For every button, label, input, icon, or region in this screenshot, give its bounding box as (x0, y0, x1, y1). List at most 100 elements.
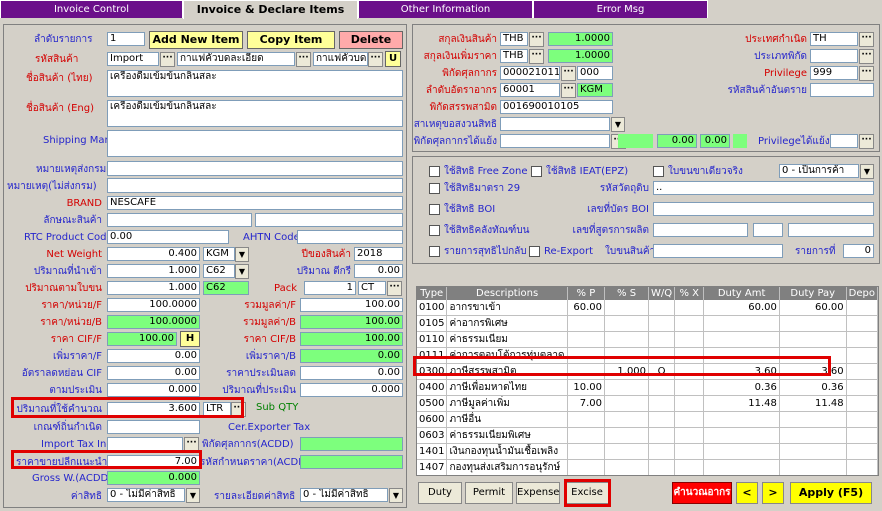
table-cell-amt[interactable] (703, 443, 780, 460)
tab-other-information[interactable]: Other Information (358, 0, 533, 18)
next-button[interactable]: > (762, 482, 784, 504)
table-cell-x[interactable] (674, 411, 705, 428)
duty-table-header[interactable]: Duty Pay (779, 287, 847, 300)
apply-button[interactable]: Apply (F5) (790, 482, 872, 504)
add-new-item-button[interactable]: Add New Item (149, 31, 243, 49)
table-cell-amt[interactable] (703, 411, 780, 428)
table-cell-s[interactable] (604, 300, 650, 316)
privilege-arg-lookup-icon[interactable]: ··· (859, 134, 874, 149)
tab-error-msg[interactable]: Error Msg (533, 0, 708, 18)
duty-table-header[interactable]: Descriptions (446, 287, 568, 300)
table-cell-desc[interactable]: ค่าธรรมเนียม (446, 331, 568, 348)
table-cell-type[interactable]: 0300 (417, 363, 448, 380)
net-weight-unit-dropdown-icon[interactable]: ▼ (235, 247, 249, 262)
item-field[interactable]: 0 (843, 244, 874, 258)
table-cell-p[interactable]: 60.00 (567, 300, 606, 316)
tariff-desc-field[interactable]: กาแฟคั่วบดละเอียด (177, 52, 295, 66)
table-cell-s[interactable] (604, 331, 650, 348)
table-cell-type[interactable]: 1407 (417, 459, 448, 475)
table-cell-x[interactable] (674, 427, 705, 444)
table-cell-x[interactable] (674, 331, 705, 348)
formula-field-3[interactable] (788, 223, 874, 237)
table-cell-wq[interactable] (648, 300, 676, 316)
reduce-price-field[interactable]: 0.00 (300, 366, 403, 380)
duty-table-header[interactable]: Duty Amt (703, 287, 780, 300)
table-cell-amt[interactable] (703, 459, 780, 475)
import-tax-field[interactable] (107, 437, 183, 451)
sec29-checkbox[interactable] (429, 183, 440, 194)
table-cell-amt[interactable] (703, 315, 780, 332)
country-type-field[interactable] (810, 49, 858, 63)
name-en-field[interactable]: เครื่องดื่มเข้มข้นกลิ่นสละ (107, 100, 403, 127)
table-cell-depo[interactable] (846, 363, 878, 380)
retail-price-field[interactable]: 7.00 (107, 455, 200, 469)
table-cell-pay[interactable] (779, 443, 847, 460)
table-row[interactable]: 0111 ค่าการตอบโต้การทุ่มตลาด (417, 347, 878, 364)
table-cell-type[interactable]: 0100 (417, 300, 448, 316)
table-cell-desc[interactable]: ภาษีอื่น (446, 411, 568, 428)
table-cell-depo[interactable] (846, 347, 878, 364)
reexport-checkbox[interactable] (529, 246, 540, 257)
reimport-checkbox[interactable] (429, 246, 440, 257)
table-cell-p[interactable] (567, 363, 606, 380)
shipping-mark-field[interactable] (107, 130, 403, 157)
table-cell-p[interactable] (567, 476, 604, 477)
remark-dept-field[interactable] (107, 161, 403, 176)
excise-tariff-field[interactable]: 001690010105 (500, 100, 613, 114)
duty-button[interactable]: Duty (418, 482, 462, 504)
table-cell-amt[interactable] (703, 427, 780, 444)
table-cell-x[interactable] (674, 347, 705, 364)
table-cell-desc[interactable]: เงินกองทุนน้ำมันเชื้อเพลิง (446, 443, 568, 460)
table-row[interactable]: 0300 ภาษีสรรพสามิต 1.000 Q 3.60 3.60 (417, 363, 878, 380)
table-cell-type[interactable]: 1401 (417, 443, 448, 460)
rtc-field[interactable]: 0.00 (107, 230, 229, 244)
table-cell-wq[interactable] (648, 315, 676, 332)
privilege-select[interactable]: 0 - ไม่มีค่าสิทธิ (107, 488, 185, 502)
table-cell-s[interactable] (604, 395, 650, 412)
qty-tariff-field[interactable]: 0.00 (354, 264, 403, 278)
pack-field[interactable]: 1 (304, 281, 356, 295)
tariff-suffix-field[interactable]: 000 (577, 66, 613, 80)
table-cell-x[interactable] (674, 379, 705, 396)
table-cell-pay[interactable] (779, 459, 847, 475)
table-cell-wq[interactable] (648, 379, 676, 396)
duty-table-header[interactable]: % P (567, 287, 606, 300)
boi-no-field[interactable] (653, 202, 874, 216)
table-cell-x[interactable] (674, 300, 705, 316)
table-cell-pay[interactable] (779, 476, 846, 477)
country-type-lookup-icon[interactable]: ··· (859, 49, 874, 64)
qty-calc-unit-lookup-icon[interactable]: ··· (231, 402, 246, 417)
free-zone-checkbox[interactable] (429, 166, 440, 177)
duty-table-header[interactable]: Depo (846, 287, 878, 300)
pack-unit-lookup-icon[interactable]: ··· (387, 281, 402, 296)
table-cell-desc[interactable]: ภาษีเพื่อมหาดไทย (446, 379, 568, 396)
qty-in-unit-dropdown-icon[interactable]: ▼ (235, 264, 249, 279)
table-cell-amt[interactable] (703, 347, 780, 364)
table-cell-x[interactable] (674, 459, 705, 475)
privilege-arg-field[interactable] (830, 134, 858, 148)
name-th-field[interactable]: เครื่องดื่มเข้มข้นกลิ่นสละ (107, 70, 403, 97)
tariff-field[interactable]: 000021011110 (500, 66, 560, 80)
calc-duty-button[interactable]: คำนวณอากร (672, 482, 732, 504)
table-cell-p[interactable] (567, 315, 606, 332)
table-cell-depo[interactable] (846, 476, 877, 477)
table-cell-s[interactable] (604, 411, 650, 428)
table-cell-pay[interactable] (779, 427, 847, 444)
table-cell-p[interactable]: 10.00 (567, 379, 606, 396)
table-cell-depo[interactable] (846, 459, 878, 475)
table-cell-s[interactable] (604, 315, 650, 332)
table-cell-s[interactable] (604, 427, 650, 444)
reason-dropdown-icon[interactable]: ▼ (611, 117, 625, 132)
table-cell-p[interactable] (567, 427, 606, 444)
privilege-detail-dropdown-icon[interactable]: ▼ (389, 488, 403, 503)
item-no-field[interactable]: 1 (107, 32, 145, 46)
table-cell-wq[interactable] (648, 347, 676, 364)
add-f-field[interactable]: 0.00 (107, 349, 200, 363)
table-cell-pay[interactable] (779, 347, 847, 364)
reason-select[interactable] (500, 117, 610, 131)
qty-calc-field[interactable]: 3.600 (107, 402, 200, 416)
table-cell-s[interactable] (604, 347, 650, 364)
table-cell-pay[interactable]: 60.00 (779, 300, 847, 316)
ahtn-field[interactable] (297, 230, 403, 244)
table-cell-desc[interactable]: ค่าอากรพิเศษ (446, 315, 568, 332)
